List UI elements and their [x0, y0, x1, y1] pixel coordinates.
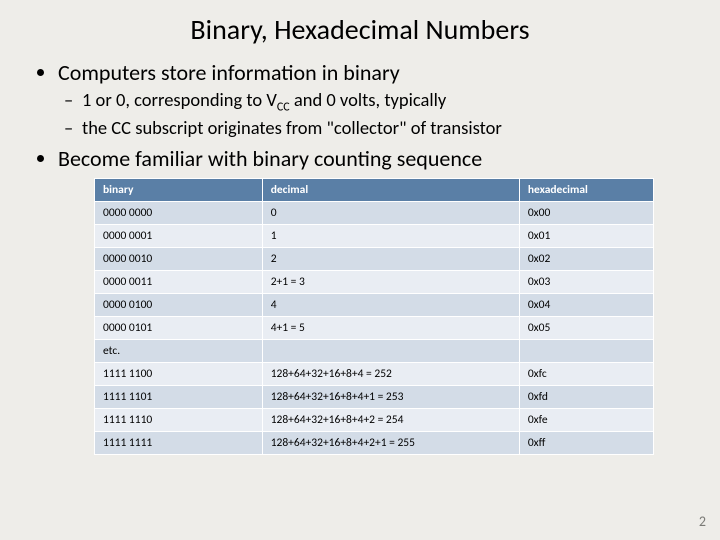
- cell-hex: 0x04: [519, 293, 653, 316]
- cell-hex: 0x02: [519, 247, 653, 270]
- cell-binary: 0000 0100: [95, 293, 263, 316]
- cell-decimal: 1: [262, 224, 519, 247]
- bullet-2: Become familiar with binary counting seq…: [58, 145, 684, 172]
- bullet-list: Computers store information in binary 1 …: [36, 59, 684, 172]
- table-row: 0000 010040x04: [95, 293, 654, 316]
- table-header-row: binary decimal hexadecimal: [95, 178, 654, 201]
- table-row: 0000 000000x00: [95, 201, 654, 224]
- table-row: 1111 1111128+64+32+16+8+4+2+1 = 2550xff: [95, 431, 654, 454]
- cell-decimal: 2+1 = 3: [262, 270, 519, 293]
- sub1-pre: 1 or 0, corresponding to V: [82, 88, 277, 111]
- cell-binary: 0000 0101: [95, 316, 263, 339]
- bullet-2-text: Become familiar with binary counting seq…: [58, 145, 482, 172]
- cell-binary: etc.: [95, 339, 263, 362]
- vcc-subscript: CC: [277, 101, 290, 115]
- cell-binary: 0000 0010: [95, 247, 263, 270]
- cell-binary: 1111 1111: [95, 431, 263, 454]
- number-table: binary decimal hexadecimal 0000 000000x0…: [94, 178, 654, 455]
- cell-decimal: 128+64+32+16+8+4+2 = 254: [262, 408, 519, 431]
- cell-hex: 0xff: [519, 431, 653, 454]
- cell-hex: 0xfd: [519, 385, 653, 408]
- cell-decimal: [262, 339, 519, 362]
- cell-hex: 0xfe: [519, 408, 653, 431]
- bullet-1-sublist: 1 or 0, corresponding to VCC and 0 volts…: [58, 88, 684, 139]
- table-row: 0000 000110x01: [95, 224, 654, 247]
- table-row: etc.: [95, 339, 654, 362]
- cell-decimal: 128+64+32+16+8+4+1 = 253: [262, 385, 519, 408]
- cell-hex: 0xfc: [519, 362, 653, 385]
- table-row: 0000 001020x02: [95, 247, 654, 270]
- table-row: 1111 1100128+64+32+16+8+4 = 2520xfc: [95, 362, 654, 385]
- cell-binary: 1111 1101: [95, 385, 263, 408]
- bullet-1-sub-1: 1 or 0, corresponding to VCC and 0 volts…: [82, 88, 684, 115]
- cell-decimal: 128+64+32+16+8+4+2+1 = 255: [262, 431, 519, 454]
- table-row: 1111 1110128+64+32+16+8+4+2 = 2540xfe: [95, 408, 654, 431]
- cell-decimal: 4: [262, 293, 519, 316]
- bullet-1-text: Computers store information in binary: [58, 59, 400, 86]
- header-binary: binary: [95, 178, 263, 201]
- slide-title: Binary, Hexadecimal Numbers: [36, 12, 684, 47]
- cell-hex: 0x00: [519, 201, 653, 224]
- cell-binary: 0000 0000: [95, 201, 263, 224]
- cell-hex: 0x05: [519, 316, 653, 339]
- header-hex: hexadecimal: [519, 178, 653, 201]
- cell-binary: 1111 1110: [95, 408, 263, 431]
- cell-hex: [519, 339, 653, 362]
- table-row: 1111 1101128+64+32+16+8+4+1 = 2530xfd: [95, 385, 654, 408]
- cell-binary: 0000 0011: [95, 270, 263, 293]
- sub1-post: and 0 volts, typically: [290, 88, 447, 111]
- cell-binary: 1111 1100: [95, 362, 263, 385]
- cell-decimal: 2: [262, 247, 519, 270]
- bullet-1-sub-2: the CC subscript originates from "collec…: [82, 116, 684, 139]
- cell-decimal: 128+64+32+16+8+4 = 252: [262, 362, 519, 385]
- page-number: 2: [699, 513, 706, 530]
- table-row: 0000 01014+1 = 50x05: [95, 316, 654, 339]
- cell-hex: 0x03: [519, 270, 653, 293]
- cell-binary: 0000 0001: [95, 224, 263, 247]
- header-decimal: decimal: [262, 178, 519, 201]
- bullet-1: Computers store information in binary 1 …: [58, 59, 684, 139]
- cell-hex: 0x01: [519, 224, 653, 247]
- table-row: 0000 00112+1 = 30x03: [95, 270, 654, 293]
- cell-decimal: 4+1 = 5: [262, 316, 519, 339]
- cell-decimal: 0: [262, 201, 519, 224]
